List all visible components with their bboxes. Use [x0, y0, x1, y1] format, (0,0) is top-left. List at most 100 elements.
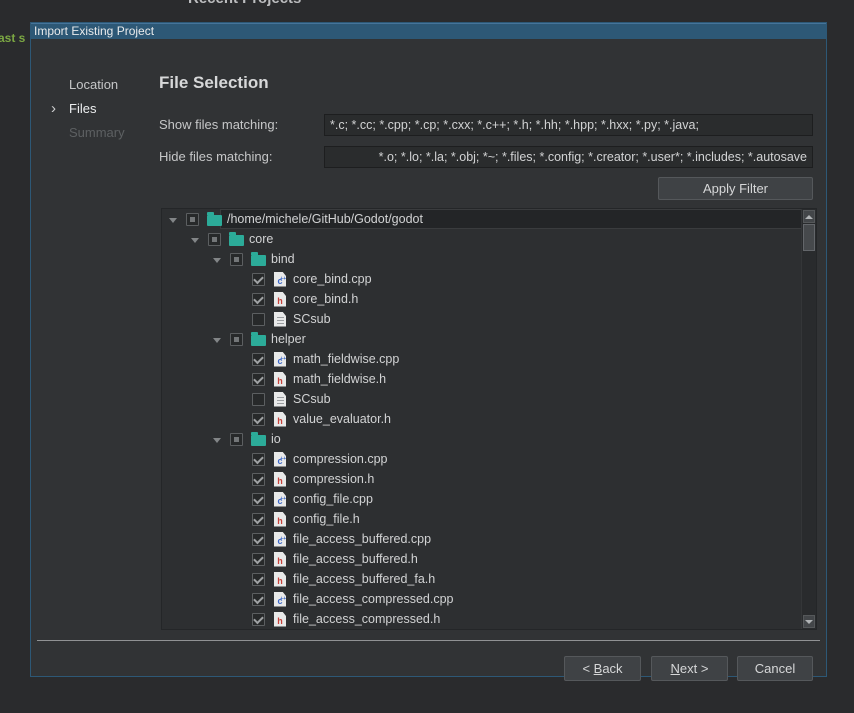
file-icon-box: c++ — [272, 491, 288, 507]
checkbox-checked[interactable] — [252, 453, 265, 466]
wizard-step-files[interactable]: ›Files — [51, 97, 125, 121]
text-lines-glyph — [277, 317, 284, 325]
hide-files-matching-label: Hide files matching: — [159, 146, 272, 168]
expand-arrow-icon[interactable] — [169, 218, 177, 223]
scrollbar-down-button[interactable] — [803, 615, 815, 628]
tree-row[interactable]: hcore_bind.h — [162, 289, 801, 309]
tree-row[interactable]: core — [162, 229, 801, 249]
text-file-icon — [274, 392, 286, 407]
checkbox-unchecked[interactable] — [252, 393, 265, 406]
cpp-file-icon: c++ — [274, 492, 286, 507]
tree-row[interactable]: h compression.h — [162, 469, 801, 489]
checkbox-checked[interactable] — [252, 573, 265, 586]
expand-slot — [166, 216, 180, 223]
cpp-file-icon: c++ — [274, 452, 286, 467]
wizard-step-location[interactable]: Location — [51, 73, 125, 97]
checkbox-partial[interactable] — [186, 213, 199, 226]
up-arrow-icon — [805, 215, 813, 219]
tree-row[interactable]: hfile_access_buffered_fa.h — [162, 569, 801, 589]
checkbox-checked[interactable] — [252, 513, 265, 526]
checkbox-partial[interactable] — [208, 233, 221, 246]
tree-row[interactable]: hvalue_evaluator.h — [162, 409, 801, 429]
checkbox-checked[interactable] — [252, 493, 265, 506]
expand-arrow-icon[interactable] — [191, 238, 199, 243]
hide-files-input[interactable]: *.o; *.lo; *.la; *.obj; *~; *.files; *.c… — [324, 146, 813, 168]
file-icon-box — [250, 331, 266, 347]
hide-files-value: *.o; *.lo; *.la; *.obj; *~; *.files; *.c… — [379, 147, 807, 167]
header-letter-glyph: h — [277, 416, 283, 427]
file-icon-box — [206, 211, 222, 227]
tree-item-label: math_fieldwise.cpp — [293, 352, 399, 366]
expand-slot — [210, 436, 224, 443]
tree-row[interactable]: c++file_access_buffered.cpp — [162, 529, 801, 549]
header-letter-glyph: h — [277, 516, 283, 527]
next-button[interactable]: Next > — [651, 656, 728, 681]
window-title: Import Existing Project — [34, 24, 154, 38]
checkbox-partial[interactable] — [230, 333, 243, 346]
tree-item-label: file_access_buffered.h — [293, 552, 418, 566]
header-letter-glyph: h — [277, 296, 283, 307]
checkbox-checked[interactable] — [252, 553, 265, 566]
file-icon-box: c++ — [272, 351, 288, 367]
expand-arrow-icon[interactable] — [213, 438, 221, 443]
cpp-file-icon: c++ — [274, 352, 286, 367]
file-tree[interactable]: /home/michele/GitHub/Godot/godotcorebind… — [161, 208, 817, 630]
checkbox-partial[interactable] — [230, 433, 243, 446]
file-icon-box: c++ — [272, 271, 288, 287]
tree-row[interactable]: hmath_fieldwise.h — [162, 369, 801, 389]
tree-row[interactable]: /home/michele/GitHub/Godot/godot — [162, 209, 801, 229]
expand-arrow-icon[interactable] — [213, 258, 221, 263]
footer-separator — [37, 640, 820, 641]
tree-row[interactable]: bind — [162, 249, 801, 269]
tree-row[interactable]: c++file_access_compressed.cpp — [162, 589, 801, 609]
tree-row[interactable]: hconfig_file.h — [162, 509, 801, 529]
cancel-button[interactable]: Cancel — [737, 656, 813, 681]
checkbox-unchecked[interactable] — [252, 313, 265, 326]
tree-row[interactable]: c++core_bind.cpp — [162, 269, 801, 289]
checkbox-checked[interactable] — [252, 593, 265, 606]
file-icon-box: h — [272, 291, 288, 307]
checkbox-partial[interactable] — [230, 253, 243, 266]
tree-row[interactable]: hfile_access_compressed.h — [162, 609, 801, 629]
checkbox-checked[interactable] — [252, 413, 265, 426]
checkbox-checked[interactable] — [252, 293, 265, 306]
checkbox-checked[interactable] — [252, 533, 265, 546]
checkbox-checked[interactable] — [252, 353, 265, 366]
tree-row[interactable]: c++compression.cpp — [162, 449, 801, 469]
scrollbar-thumb[interactable] — [803, 224, 815, 251]
wizard-step-summary[interactable]: Summary — [51, 121, 125, 145]
checkbox-checked[interactable] — [252, 273, 265, 286]
tree-row[interactable]: SCsub — [162, 389, 801, 409]
show-files-input[interactable]: *.c; *.cc; *.cpp; *.cp; *.cxx; *.c++; *.… — [324, 114, 813, 136]
header-file-icon: h — [274, 512, 286, 527]
window-titlebar[interactable]: Import Existing Project — [31, 23, 826, 39]
tree-item-label: compression.h — [293, 472, 374, 486]
apply-filter-button[interactable]: Apply Filter — [658, 177, 813, 200]
tree-row[interactable]: c++config_file.cpp — [162, 489, 801, 509]
header-letter-glyph: h — [277, 476, 283, 487]
header-letter-glyph: h — [277, 556, 283, 567]
back-button[interactable]: < Back — [564, 656, 641, 681]
checkbox-checked[interactable] — [252, 613, 265, 626]
tree-row[interactable]: c++ math_fieldwise.cpp — [162, 349, 801, 369]
expand-arrow-icon[interactable] — [213, 338, 221, 343]
scrollbar-up-button[interactable] — [803, 210, 815, 223]
header-file-icon: h — [274, 292, 286, 307]
tree-item-label: file_access_buffered_fa.h — [293, 572, 435, 586]
tree-row[interactable]: SCsub — [162, 309, 801, 329]
show-files-matching-label: Show files matching: — [159, 114, 278, 136]
checkbox-checked[interactable] — [252, 473, 265, 486]
expand-slot — [210, 336, 224, 343]
folder-icon — [229, 235, 244, 246]
file-icon-box: h — [272, 611, 288, 627]
header-file-icon: h — [274, 372, 286, 387]
checkbox-checked[interactable] — [252, 373, 265, 386]
expand-slot — [210, 256, 224, 263]
tree-row[interactable]: helper — [162, 329, 801, 349]
cpp-plus-glyph: ++ — [280, 536, 286, 542]
tree-row[interactable]: h file_access_buffered.h — [162, 549, 801, 569]
scrollbar[interactable] — [801, 209, 816, 629]
tree-row[interactable]: io — [162, 429, 801, 449]
text-lines-glyph — [277, 397, 284, 405]
file-icon-box: c++ — [272, 531, 288, 547]
